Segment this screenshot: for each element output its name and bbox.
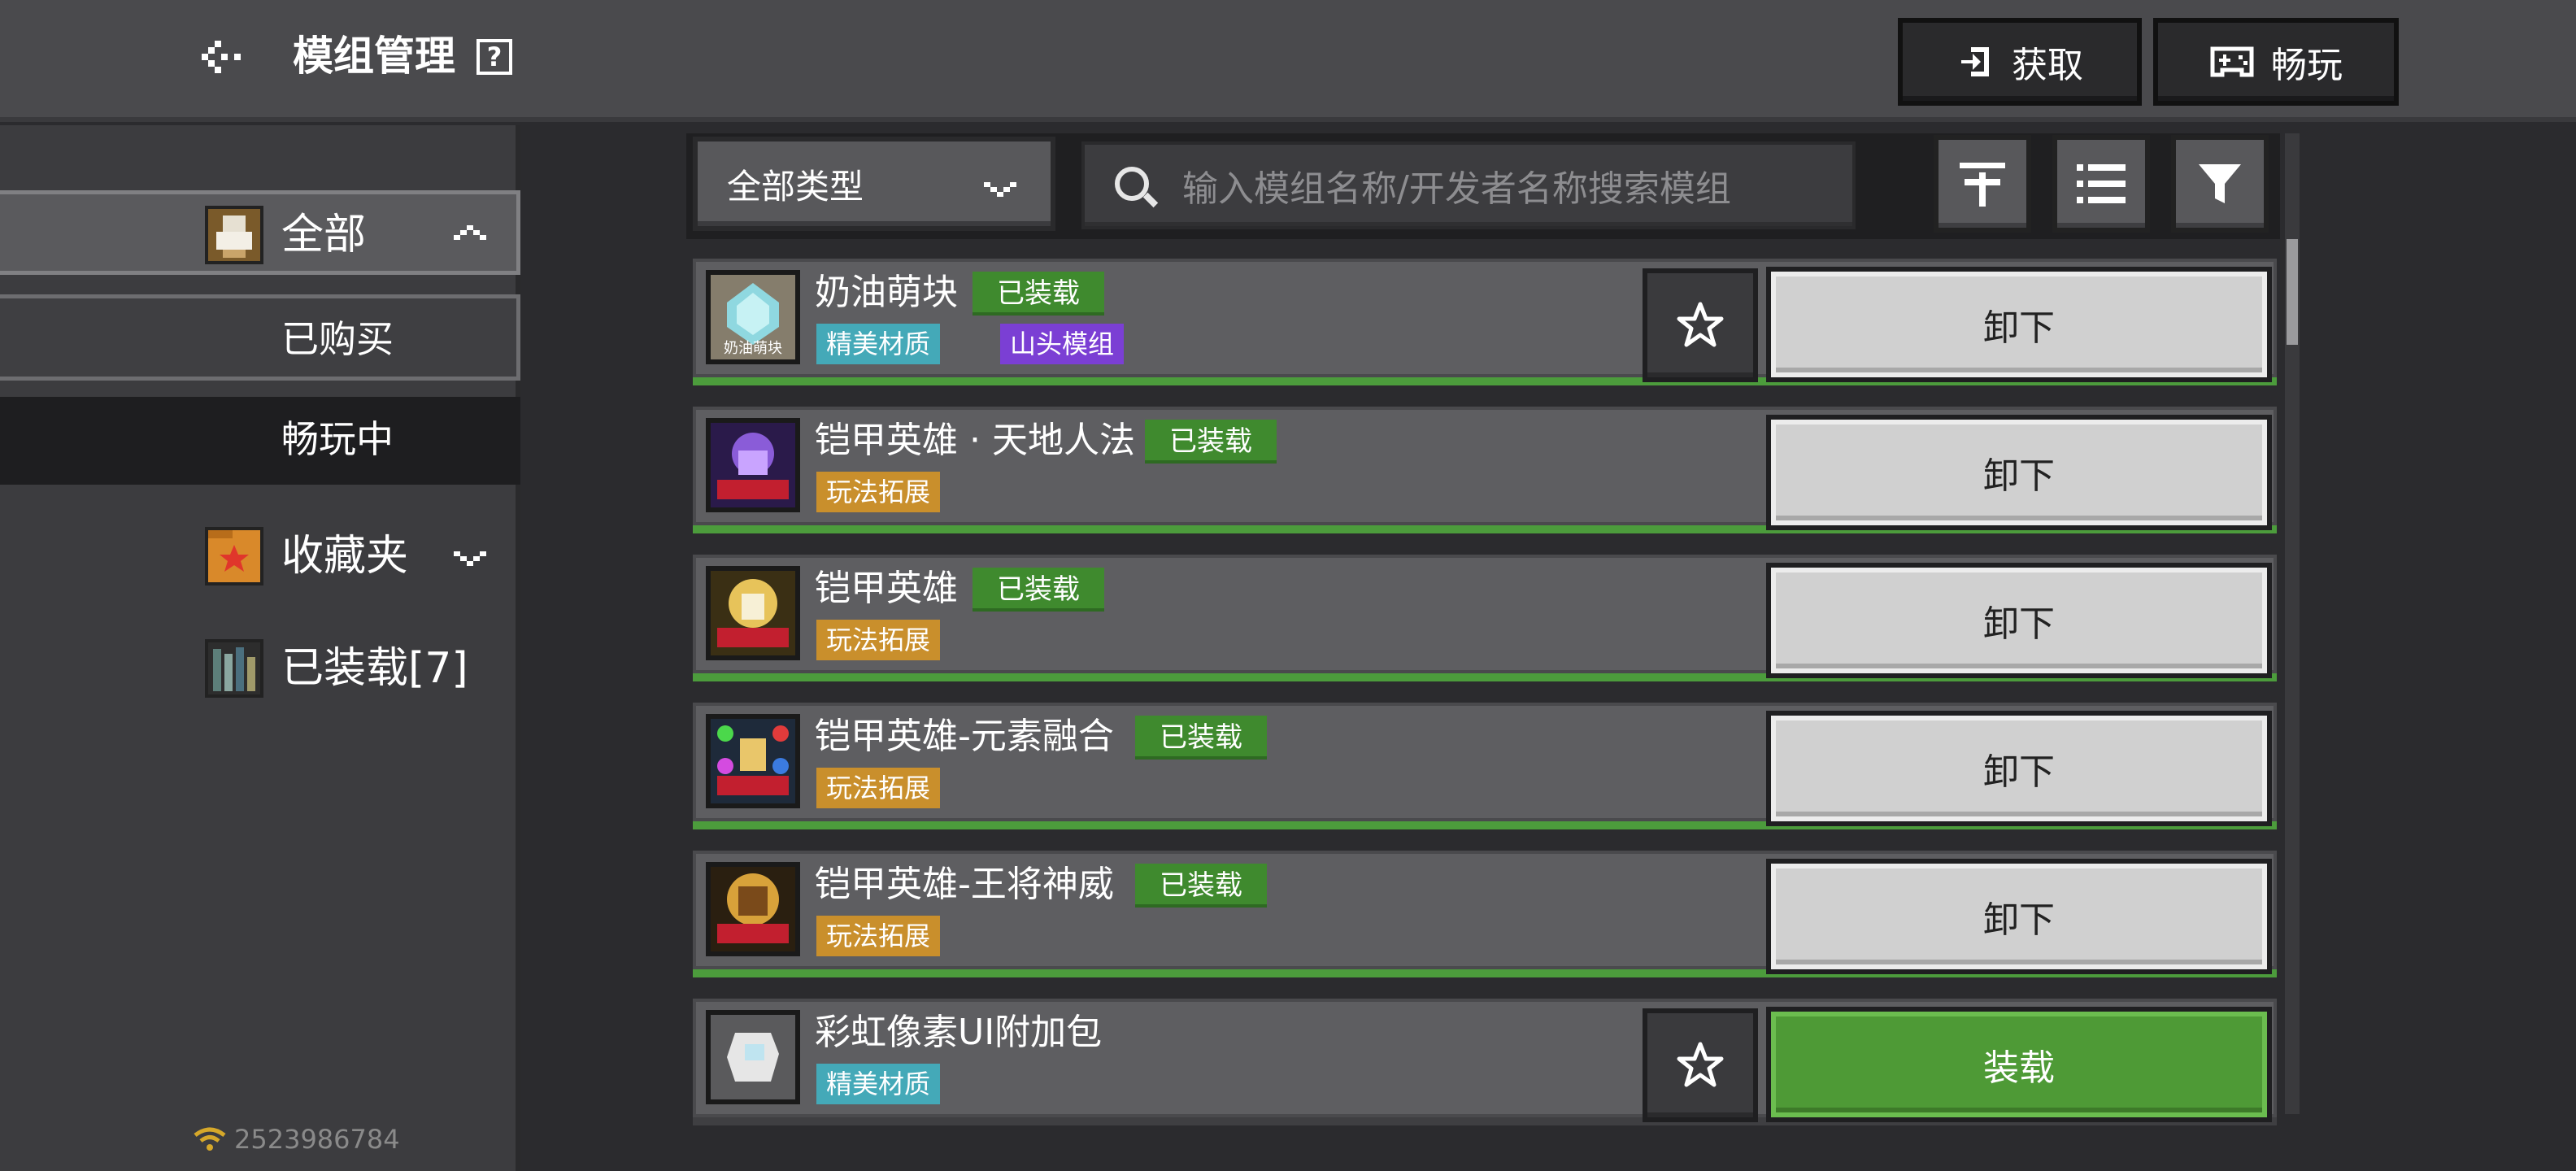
star-icon — [1677, 302, 1724, 347]
search-placeholder: 输入模组名称/开发者名称搜索模组 — [1182, 168, 1731, 210]
sidebar-item-bought[interactable]: 已购买 — [0, 294, 520, 381]
page-title: 模组管理 — [293, 33, 455, 80]
mod-row[interactable]: 铠甲英雄-王将神威 已装载 玩法拓展 卸下 — [693, 851, 2277, 977]
mod-thumb-caption: 奶油萌块 — [724, 340, 782, 357]
mod-row[interactable]: 彩虹像素UI附加包 精美材质 装载 — [693, 999, 2277, 1125]
chevron-down-icon — [984, 182, 1016, 197]
get-button[interactable]: 获取 — [1898, 18, 2142, 106]
mod-thumbnail — [706, 862, 800, 956]
mod-row[interactable]: 铠甲英雄 已装载 玩法拓展 卸下 — [693, 555, 2277, 681]
favorite-button[interactable] — [1643, 268, 1758, 382]
gamepad-icon — [2210, 46, 2254, 77]
installed-badge: 已装载 — [1135, 864, 1267, 908]
mod-name: 铠甲英雄 — [815, 568, 958, 609]
chevron-up-icon — [454, 225, 486, 240]
installed-badge: 已装载 — [973, 568, 1104, 612]
network-status: 2523986784 — [192, 1124, 400, 1155]
mod-row[interactable]: 铠甲英雄 · 天地人法 已装载 玩法拓展 卸下 — [693, 407, 2277, 533]
mod-row[interactable]: 铠甲英雄-元素融合 已装载 玩法拓展 卸下 — [693, 703, 2277, 829]
unload-button[interactable]: 卸下 — [1766, 563, 2272, 678]
unload-button[interactable]: 卸下 — [1766, 267, 2272, 382]
mod-thumbnail — [706, 714, 800, 808]
type-dropdown[interactable]: 全部类型 — [693, 137, 1055, 231]
mod-thumbnail: 奶油萌块 — [706, 270, 800, 364]
load-button[interactable]: 装载 — [1766, 1007, 2272, 1122]
tag-badge: 精美材质 — [816, 1064, 941, 1104]
mod-name: 铠甲英雄-元素融合 — [815, 716, 1114, 757]
play-button[interactable]: 畅玩 — [2153, 18, 2399, 106]
sidebar-item-installed-label: 已装载[7] — [281, 644, 468, 693]
tag-badge: 玩法拓展 — [816, 916, 941, 956]
import-icon — [1961, 47, 1989, 76]
wifi-icon — [194, 1127, 226, 1151]
mod-name: 奶油萌块 — [815, 272, 958, 313]
back-icon[interactable] — [195, 33, 252, 81]
category-all-icon — [205, 206, 263, 264]
mod-name: 彩虹像素UI附加包 — [815, 1012, 1103, 1053]
mod-thumbnail — [706, 566, 800, 660]
installed-badge: 已装载 — [1145, 420, 1277, 464]
list-icon — [2077, 164, 2126, 203]
installed-badge: 已装载 — [1135, 716, 1267, 760]
tag-badge: 精美材质 — [816, 324, 941, 364]
list-view-button[interactable] — [2052, 135, 2150, 233]
tag-badge: 玩法拓展 — [816, 768, 941, 808]
tag-badge: 玩法拓展 — [816, 620, 941, 660]
get-button-label: 获取 — [2012, 45, 2083, 86]
sidebar-item-all-label: 全部 — [281, 211, 367, 259]
pin-top-button[interactable] — [1934, 135, 2031, 233]
unload-button[interactable]: 卸下 — [1766, 415, 2272, 530]
mod-thumbnail — [706, 1010, 800, 1104]
sidebar-item-all[interactable]: 全部 — [0, 190, 520, 275]
star-icon — [1677, 1042, 1724, 1087]
user-id: 2523986784 — [234, 1124, 400, 1155]
unload-button[interactable]: 卸下 — [1766, 859, 2272, 974]
mod-row[interactable]: 奶油萌块 奶油萌块 已装载 精美材质 山头模组 卸下 — [693, 259, 2277, 385]
filter-button[interactable] — [2171, 135, 2269, 233]
folder-star-icon — [205, 527, 263, 586]
help-icon[interactable]: ? — [476, 39, 512, 75]
sidebar-item-playing[interactable]: 畅玩中 — [0, 397, 520, 485]
sidebar-item-bought-label: 已购买 — [281, 317, 394, 361]
sidebar-item-favorites-label: 收藏夹 — [281, 532, 409, 581]
sidebar-item-installed[interactable]: 已装载[7] — [0, 628, 520, 712]
favorite-button[interactable] — [1643, 1008, 1758, 1122]
search-icon — [1115, 167, 1159, 208]
mod-thumbnail — [706, 418, 800, 512]
play-button-label: 畅玩 — [2271, 45, 2343, 86]
search-input[interactable]: 输入模组名称/开发者名称搜索模组 — [1081, 141, 1856, 229]
mod-name: 铠甲英雄 · 天地人法 — [815, 420, 1135, 461]
installed-badge: 已装载 — [973, 272, 1104, 316]
tag-badge: 山头模组 — [1000, 324, 1125, 364]
filter-icon — [2199, 164, 2241, 203]
sidebar-item-favorites[interactable]: 收藏夹 — [0, 516, 520, 600]
type-dropdown-value: 全部类型 — [727, 166, 864, 207]
chevron-down-icon — [454, 551, 486, 566]
unload-button[interactable]: 卸下 — [1766, 711, 2272, 826]
tag-badge: 玩法拓展 — [816, 472, 941, 512]
mod-name: 铠甲英雄-王将神威 — [815, 864, 1114, 905]
sidebar-item-playing-label: 畅玩中 — [281, 417, 394, 461]
bookshelf-icon — [205, 639, 263, 698]
scrollbar-thumb[interactable] — [2287, 239, 2298, 345]
pin-top-icon — [1960, 163, 2005, 207]
